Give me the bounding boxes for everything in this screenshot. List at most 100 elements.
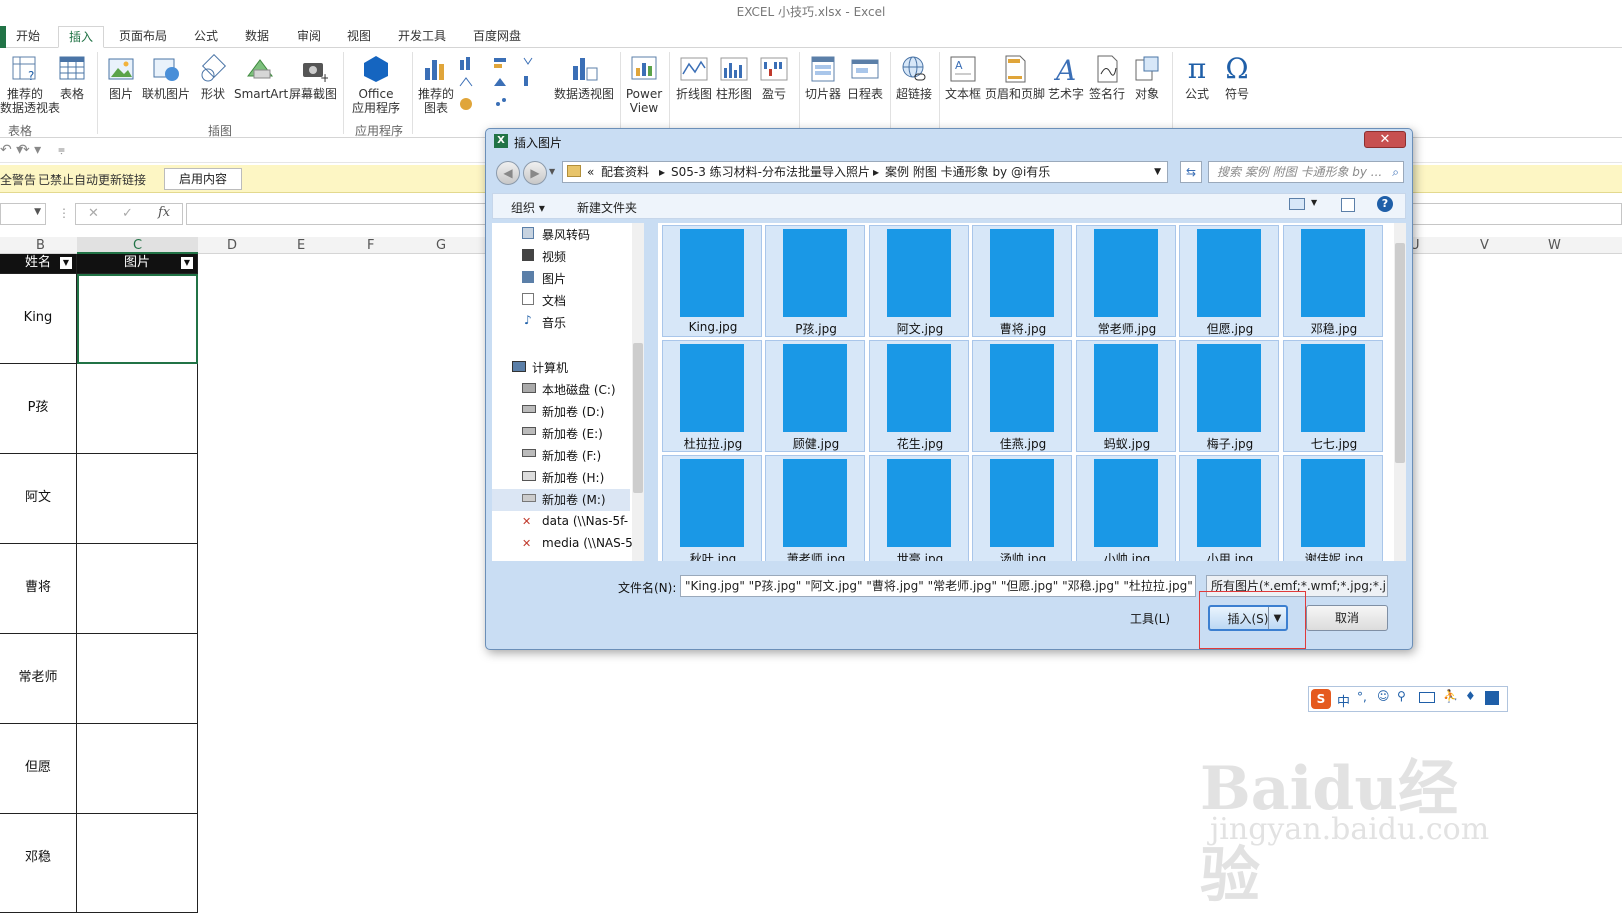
nav-item-videos[interactable]: 视频: [542, 248, 566, 265]
file-item[interactable]: 曹将.jpg: [972, 225, 1072, 337]
breadcrumb-item[interactable]: 配套资料: [601, 162, 649, 182]
table-row[interactable]: 但愿: [0, 724, 77, 814]
breadcrumb-overflow[interactable]: «: [587, 162, 594, 182]
column-header-c-selected[interactable]: C: [77, 237, 198, 254]
tab-baidu-netdisk[interactable]: 百度网盘: [473, 26, 521, 48]
tab-insert[interactable]: 插入: [58, 26, 105, 48]
nav-item-drive-selected[interactable]: 新加卷 (M:): [542, 491, 606, 508]
file-item[interactable]: 秋叶.jpg: [662, 455, 762, 561]
textbox-button[interactable]: A 文本框: [942, 54, 984, 101]
table-row[interactable]: P孩: [0, 364, 77, 454]
signature-line-button[interactable]: 签名行: [1086, 54, 1128, 101]
name-box[interactable]: ▼: [0, 203, 46, 225]
file-item[interactable]: 邓稳.jpg: [1283, 225, 1383, 337]
enable-content-button[interactable]: 启用内容: [164, 168, 242, 190]
file-item[interactable]: 世豪.jpg: [869, 455, 969, 561]
cancel-icon[interactable]: ✕: [88, 206, 99, 221]
table-row[interactable]: 常老师: [0, 634, 77, 724]
object-button[interactable]: 对象: [1128, 54, 1166, 101]
symbol-button[interactable]: Ω 符号: [1218, 54, 1256, 102]
file-item[interactable]: 常老师.jpg: [1076, 225, 1176, 337]
tab-data[interactable]: 数据: [245, 26, 269, 48]
breadcrumb-item[interactable]: S05-3 练习材料-分布法批量导入照片: [671, 162, 870, 182]
nav-item-drive[interactable]: 新加卷 (E:): [542, 425, 603, 442]
file-item[interactable]: 小帅.jpg: [1076, 455, 1176, 561]
chart-types-gallery[interactable]: [458, 56, 548, 118]
redo-icon[interactable]: ↷ ▾: [18, 142, 41, 158]
tab-review[interactable]: 审阅: [297, 26, 321, 48]
organize-menu[interactable]: 组织 ▾: [511, 199, 545, 216]
file-item[interactable]: 顾健.jpg: [765, 340, 865, 452]
microphone-icon[interactable]: ⚲: [1397, 689, 1406, 703]
nav-item-network[interactable]: media (\\NAS-5: [542, 536, 633, 550]
table-row[interactable]: King: [0, 274, 77, 364]
customize-qat-icon[interactable]: ⩦: [58, 142, 65, 157]
nav-item-drive[interactable]: 新加卷 (F:): [542, 447, 601, 464]
preview-pane-icon[interactable]: [1341, 198, 1355, 212]
table-header-picture[interactable]: 图片 ▼: [77, 254, 198, 274]
picture-cell[interactable]: [77, 724, 198, 814]
recommended-pivot-button[interactable]: ? 推荐的 数据透视表: [0, 54, 60, 115]
chevron-down-icon[interactable]: ▼: [1311, 198, 1317, 207]
office-apps-button[interactable]: Office 应用程序: [346, 54, 406, 115]
selected-cell[interactable]: [77, 274, 198, 364]
file-item[interactable]: 汤帅.jpg: [972, 455, 1072, 561]
column-header-f[interactable]: F: [367, 238, 374, 253]
user-icon[interactable]: ⛹: [1443, 689, 1458, 703]
equation-button[interactable]: π 公式: [1178, 54, 1216, 102]
nav-item-computer[interactable]: 计算机: [532, 359, 568, 376]
nav-item-music[interactable]: 音乐: [542, 314, 566, 331]
filter-icon[interactable]: ▼: [181, 257, 193, 269]
sparkline-winloss-button[interactable]: 盈亏: [755, 54, 793, 101]
picture-cell[interactable]: [77, 634, 198, 724]
search-input[interactable]: 搜索 案例 附图 卡通形象 by ... ⌕: [1208, 161, 1404, 183]
file-item[interactable]: 杜拉拉.jpg: [662, 340, 762, 452]
grid-scrollbar[interactable]: [1394, 223, 1406, 561]
nav-item-drive[interactable]: 新加卷 (H:): [542, 469, 604, 486]
column-header-e[interactable]: E: [297, 238, 305, 253]
view-mode-icon[interactable]: [1289, 198, 1305, 210]
recent-locations-icon[interactable]: ▼: [549, 167, 555, 176]
function-icon[interactable]: fx: [158, 205, 170, 220]
scrollbar-thumb[interactable]: [1395, 243, 1405, 463]
nav-item[interactable]: 暴风转码: [542, 226, 590, 243]
new-folder-button[interactable]: 新建文件夹: [577, 199, 637, 216]
nav-item-network[interactable]: data (\\Nas-5f-: [542, 514, 628, 528]
column-header-d[interactable]: D: [227, 238, 237, 253]
scrollbar-thumb[interactable]: [633, 343, 643, 493]
smartart-button[interactable]: SmartArt: [234, 54, 288, 101]
refresh-button[interactable]: ⇆: [1180, 161, 1202, 183]
nav-item-drive[interactable]: 本地磁盘 (C:): [542, 381, 616, 398]
file-item[interactable]: 蚂蚁.jpg: [1076, 340, 1176, 452]
filter-icon[interactable]: ▼: [60, 257, 72, 269]
address-bar[interactable]: « 配套资料 ▸ S05-3 练习材料-分布法批量导入照片 ▸ 案例 附图 卡通…: [562, 161, 1168, 183]
close-button[interactable]: ✕: [1364, 131, 1406, 148]
nav-scrollbar[interactable]: [632, 223, 644, 561]
picture-cell[interactable]: [77, 454, 198, 544]
breadcrumb-item-current[interactable]: 案例 附图 卡通形象 by @i有乐: [885, 162, 1050, 182]
file-item[interactable]: 小用.jpg: [1179, 455, 1279, 561]
tools-menu[interactable]: 工具(L): [1130, 610, 1170, 627]
column-header-g[interactable]: G: [436, 238, 446, 253]
tab-home[interactable]: 开始: [16, 26, 40, 48]
slicer-button[interactable]: 切片器: [803, 54, 843, 101]
enter-icon[interactable]: ✓: [122, 206, 133, 221]
tab-formulas[interactable]: 公式: [194, 26, 218, 48]
pivot-chart-button[interactable]: 数据透视图: [550, 54, 618, 101]
punctuation-icon[interactable]: °,: [1357, 690, 1367, 704]
picture-cell[interactable]: [77, 364, 198, 454]
column-header-v[interactable]: V: [1480, 238, 1489, 253]
chevron-down-icon[interactable]: ▼: [1154, 162, 1161, 182]
file-item[interactable]: 阿文.jpg: [869, 225, 969, 337]
timeline-button[interactable]: 日程表: [845, 54, 885, 101]
file-item[interactable]: 谢佳妮.jpg: [1283, 455, 1383, 561]
emoji-icon[interactable]: ☺: [1377, 689, 1390, 703]
file-item[interactable]: 佳燕.jpg: [972, 340, 1072, 452]
picture-cell[interactable]: [77, 544, 198, 634]
forward-button[interactable]: ▶: [523, 161, 547, 185]
sparkline-line-button[interactable]: 折线图: [674, 54, 714, 101]
header-footer-button[interactable]: 页眉和页脚: [984, 54, 1046, 101]
table-row[interactable]: 阿文: [0, 454, 77, 544]
tab-page-layout[interactable]: 页面布局: [119, 26, 167, 48]
picture-button[interactable]: 图片: [104, 54, 138, 101]
